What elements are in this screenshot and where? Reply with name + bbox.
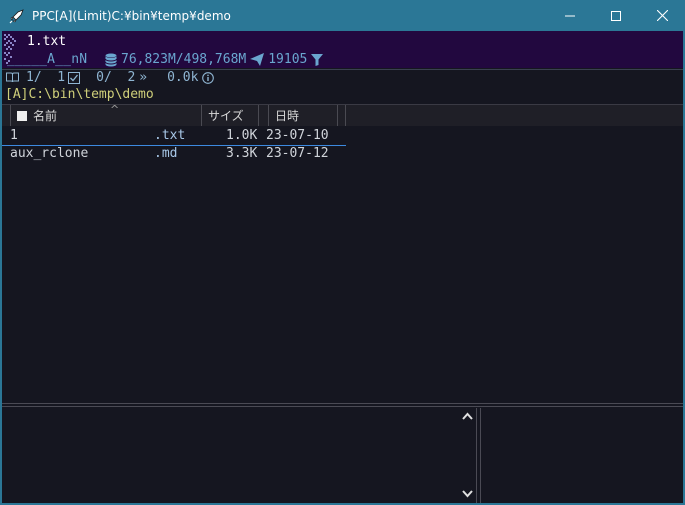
column-header: 名前 ^ サイズ 日時: [2, 103, 683, 126]
paper-plane-icon: [250, 53, 265, 66]
info-icon: [202, 71, 215, 84]
close-icon: [656, 10, 668, 21]
column-header-date-label[interactable]: 日時: [269, 105, 338, 126]
file-list[interactable]: 1 .txt 1.0K 23-07-10 aux_rclone .md 3.3K…: [2, 126, 683, 401]
book-icon: [6, 72, 19, 83]
right-pane[interactable]: [482, 408, 683, 503]
ppc-window: PPC[A](Limit)C:¥bin¥temp¥demo 1.txt ____…: [0, 0, 685, 505]
file-ext: .txt: [154, 128, 186, 143]
pane-separator-inner: [480, 408, 481, 503]
path-bar[interactable]: [A]C:\bin\temp\demo: [2, 87, 683, 104]
checkbox-checked-icon: [68, 71, 81, 84]
disk-usage: 76,823M/498,768M: [121, 52, 247, 67]
select-all-checkbox[interactable]: [17, 110, 27, 121]
title-bar[interactable]: PPC[A](Limit)C:¥bin¥temp¥demo: [0, 0, 685, 31]
pane-divider[interactable]: [2, 403, 683, 404]
file-name: aux_rclone: [10, 146, 89, 161]
file-date: 23-07-12: [266, 146, 329, 161]
column-name-label: 名前: [33, 109, 58, 123]
file-size: 1.0K: [226, 128, 258, 143]
rocket-icon: [9, 9, 24, 24]
disk-info: 76,823M/498,768M 19105: [105, 52, 324, 67]
pane-separator: [476, 408, 477, 503]
client-area: 1.txt _____A__nN 76,823M/498,768M 19105: [2, 31, 683, 503]
scroll-up-icon[interactable]: [462, 412, 473, 422]
column-header-date[interactable]: [259, 105, 269, 126]
file-row[interactable]: 1 .txt 1.0K 23-07-10: [2, 127, 346, 146]
status-size: 0.0k: [167, 70, 199, 85]
info-extra: 19105: [268, 52, 308, 67]
maximize-icon: [611, 10, 621, 21]
minimize-icon: [565, 15, 575, 16]
info-panel: 1.txt _____A__nN 76,823M/498,768M 19105: [2, 31, 683, 68]
maximize-button[interactable]: [593, 0, 639, 31]
log-pane[interactable]: [2, 408, 459, 503]
info-attributes: _____A__nN: [7, 52, 88, 67]
pane-divider-inner: [2, 406, 683, 407]
column-header-extra[interactable]: [338, 105, 346, 126]
column-header-size[interactable]: サイズ: [202, 105, 259, 126]
scroll-down-icon[interactable]: [462, 488, 473, 498]
current-path: [A]C:\bin\temp\demo: [5, 87, 154, 102]
column-date-label: 日時: [275, 109, 300, 123]
minimize-button[interactable]: [547, 0, 593, 31]
file-name: 1: [10, 128, 18, 143]
database-icon: [105, 53, 117, 66]
file-row[interactable]: aux_rclone .md 3.3K 23-07-12: [2, 145, 683, 163]
file-date: 23-07-10: [266, 128, 329, 143]
close-button[interactable]: [639, 0, 685, 31]
window-title: PPC[A](Limit)C:¥bin¥temp¥demo: [32, 9, 231, 23]
double-chevron-icon: »: [139, 70, 148, 85]
column-header-name[interactable]: 名前 ^: [10, 103, 202, 126]
log-scrollbar[interactable]: [459, 408, 476, 503]
sort-ascending-icon: ^: [110, 103, 120, 116]
file-size: 3.3K: [226, 146, 258, 161]
status-bar: 1/ 1 0/ 2 » 0.0k: [2, 69, 683, 87]
column-size-label: サイズ: [208, 109, 244, 123]
file-ext: .md: [154, 146, 178, 161]
status-marked: 0/ 2: [96, 70, 136, 85]
info-filename: 1.txt: [27, 34, 67, 49]
filter-icon[interactable]: [311, 53, 324, 66]
status-position: 1/ 1: [26, 70, 66, 85]
